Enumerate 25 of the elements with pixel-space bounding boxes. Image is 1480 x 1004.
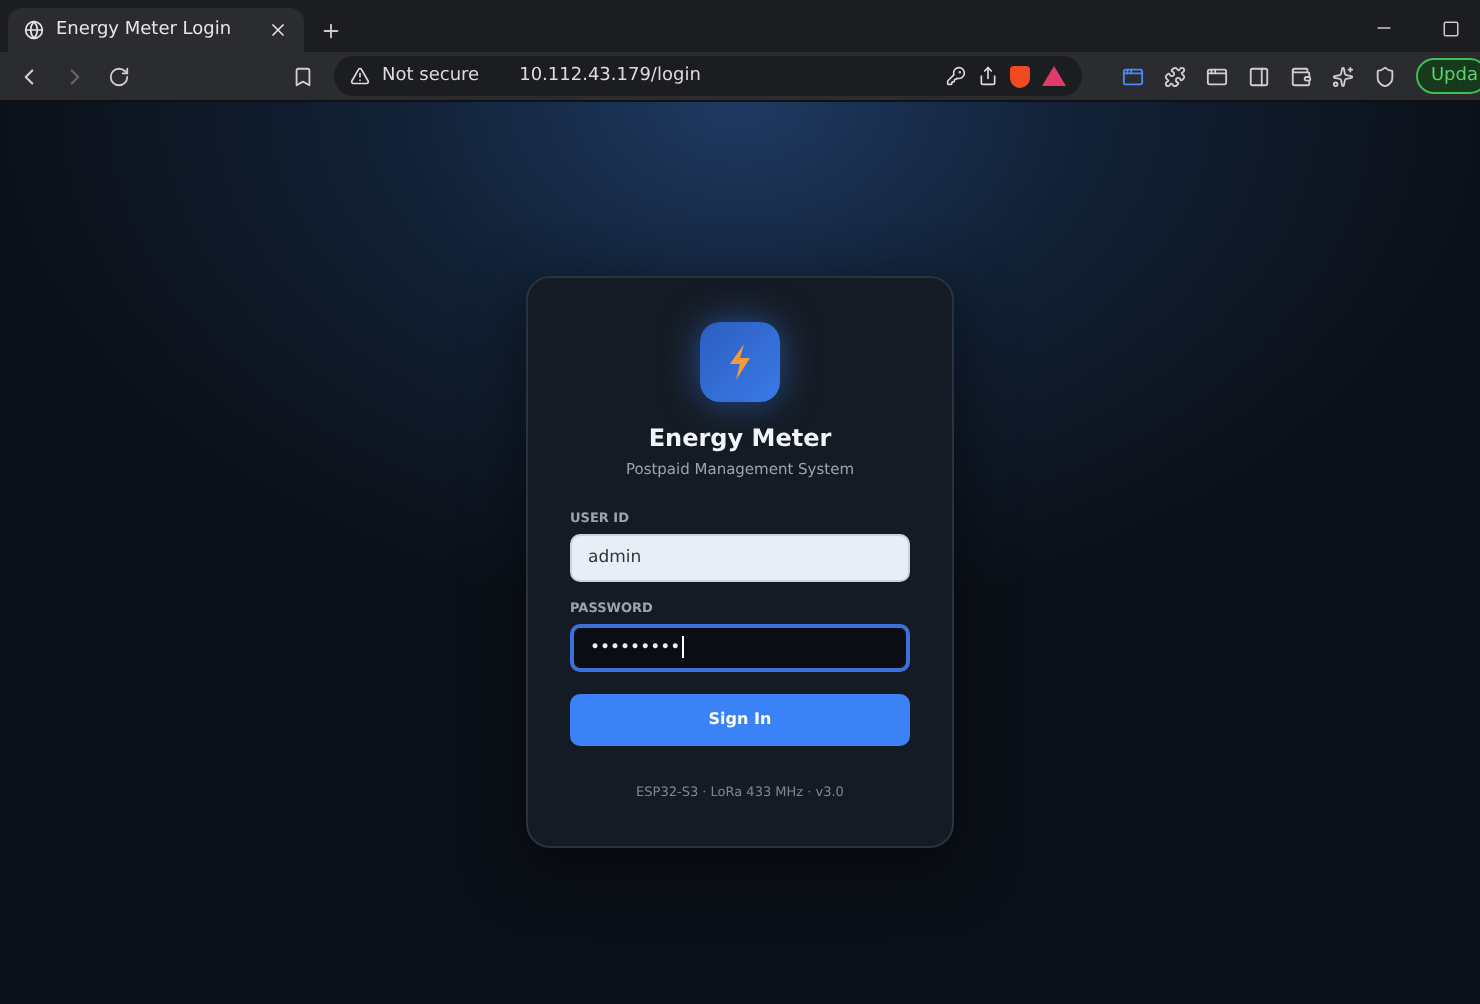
security-label: Not secure (382, 66, 480, 86)
globe-icon (24, 20, 44, 40)
reload-icon[interactable] (108, 65, 130, 87)
share-icon[interactable] (978, 66, 999, 86)
sidebar-icon[interactable] (1248, 65, 1271, 87)
window-icon[interactable] (1206, 65, 1229, 87)
browser-tab[interactable]: Energy Meter Login (8, 8, 304, 52)
key-icon (946, 66, 967, 86)
address-bar[interactable]: Not secure 10.112.43.179/login (334, 56, 1083, 96)
update-button[interactable]: Upda (1416, 58, 1480, 94)
close-icon[interactable] (268, 20, 288, 40)
maximize-icon[interactable] (1442, 20, 1460, 38)
shield-icon[interactable] (1374, 65, 1397, 87)
wallet-icon[interactable] (1290, 65, 1313, 87)
password-field[interactable]: ••••••••• (570, 623, 910, 671)
url-text: 10.112.43.179/login (519, 66, 703, 86)
new-tab-icon[interactable] (320, 20, 342, 42)
warning-icon (350, 66, 371, 86)
puzzle-icon[interactable] (1164, 65, 1187, 87)
lightning-logo-icon (700, 321, 780, 401)
app-title: Energy Meter (648, 423, 832, 451)
user-id-field[interactable]: admin (570, 533, 910, 581)
bookmark-icon[interactable] (292, 65, 315, 87)
sparkle-icon[interactable] (1332, 65, 1355, 87)
sign-in-button[interactable]: Sign In (570, 693, 910, 745)
